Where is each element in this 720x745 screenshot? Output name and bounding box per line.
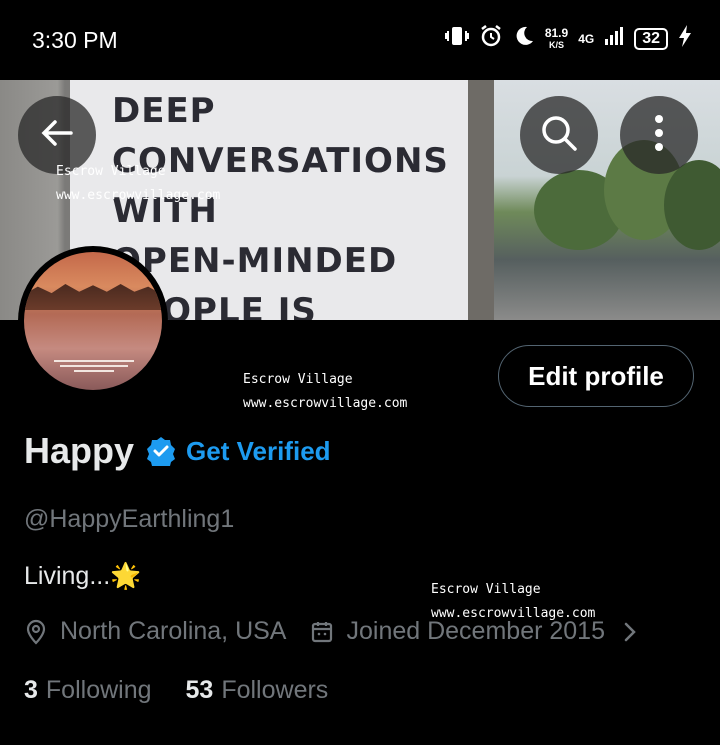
status-time: 3:30 PM bbox=[32, 27, 118, 53]
location-text: North Carolina, USA bbox=[60, 617, 287, 645]
speed-value: 81.9 bbox=[544, 25, 569, 40]
banner-pillar bbox=[468, 80, 494, 320]
back-arrow-icon bbox=[37, 113, 77, 158]
watermark: Escrow Village www.escrowvillage.com bbox=[243, 368, 407, 416]
search-button[interactable] bbox=[520, 96, 598, 174]
following-link[interactable]: 3 Following bbox=[24, 676, 152, 705]
followers-link[interactable]: 53 Followers bbox=[186, 676, 329, 705]
watermark-url: www.escrowvillage.com bbox=[56, 188, 221, 203]
name-row: Happy Get Verified bbox=[24, 430, 331, 472]
follow-counts: 3 Following 53 Followers bbox=[24, 676, 328, 705]
avatar-image bbox=[24, 252, 162, 390]
more-options-button[interactable] bbox=[620, 96, 698, 174]
followers-count: 53 bbox=[185, 676, 214, 704]
get-verified-link[interactable]: Get Verified bbox=[186, 436, 331, 467]
verified-badge-icon[interactable] bbox=[146, 436, 176, 466]
following-label: Following bbox=[45, 676, 152, 704]
watermark-url: www.escrowvillage.com bbox=[243, 396, 408, 411]
alarm-icon bbox=[479, 24, 503, 53]
status-bar: 3:30 PM 81.9 K/S 4G 32 bbox=[0, 0, 720, 80]
more-vertical-icon bbox=[653, 113, 665, 158]
following-count: 3 bbox=[24, 676, 38, 704]
watermark-name: Escrow Village bbox=[431, 582, 541, 597]
display-name: Happy bbox=[24, 430, 135, 471]
location-pin-icon bbox=[24, 619, 48, 645]
watermark-name: Escrow Village bbox=[56, 164, 166, 179]
avatar[interactable] bbox=[18, 246, 168, 396]
calendar-icon bbox=[310, 620, 334, 644]
status-icons: 81.9 K/S 4G 32 bbox=[444, 24, 692, 53]
edit-profile-button[interactable]: Edit profile bbox=[498, 345, 694, 407]
charging-bolt-icon bbox=[678, 25, 692, 52]
followers-label: Followers bbox=[221, 676, 329, 704]
bio-text: Living...🌟 bbox=[24, 562, 142, 590]
user-handle: @HappyEarthling1 bbox=[24, 505, 235, 533]
network-speed: 81.9 K/S bbox=[545, 27, 568, 51]
watermark-url: www.escrowvillage.com bbox=[431, 606, 596, 621]
watermark: Escrow Village www.escrowvillage.com bbox=[431, 578, 595, 626]
speed-unit: K/S bbox=[549, 39, 565, 50]
avatar-caption-graphic bbox=[54, 358, 134, 376]
network-type: 4G bbox=[578, 31, 595, 46]
do-not-disturb-moon-icon bbox=[513, 25, 535, 52]
search-icon bbox=[538, 112, 580, 159]
watermark-name: Escrow Village bbox=[243, 372, 353, 387]
chevron-right-icon[interactable] bbox=[623, 621, 637, 643]
signal-icon bbox=[604, 26, 624, 51]
battery-level: 32 bbox=[634, 27, 668, 50]
vibrate-icon bbox=[444, 25, 469, 52]
watermark: Escrow Village www.escrowvillage.com bbox=[56, 160, 220, 208]
